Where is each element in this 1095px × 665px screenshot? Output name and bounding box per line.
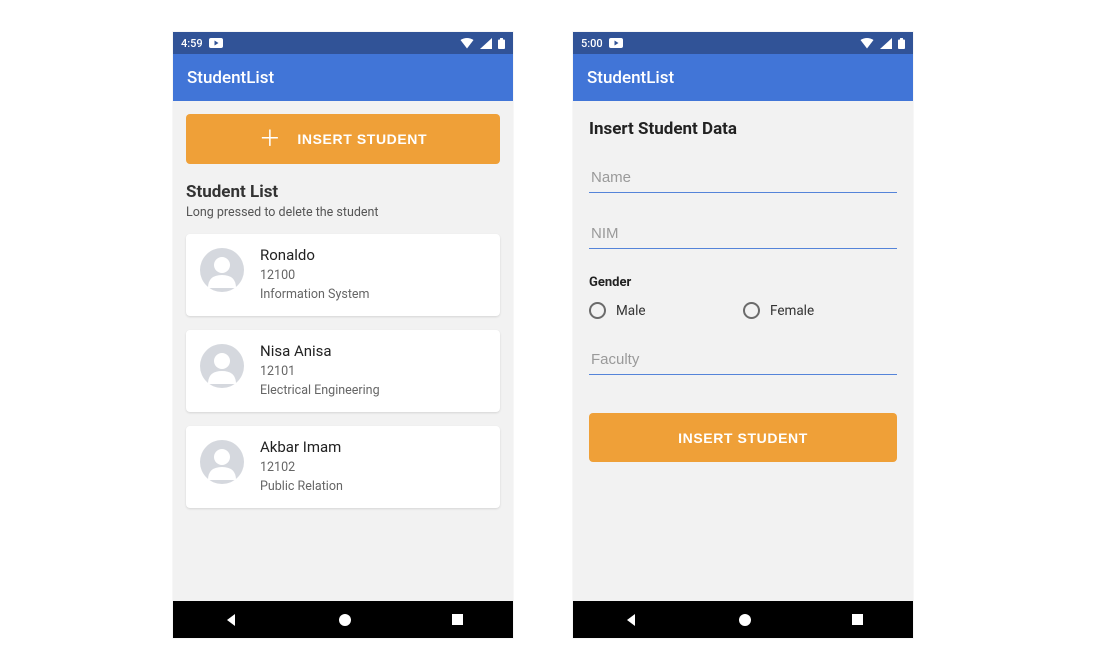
student-faculty: Public Relation xyxy=(260,479,343,494)
phone-list-screen: 4:59 StudentList ＋ INSERT STUDENT Studen… xyxy=(173,32,513,638)
student-name: Ronaldo xyxy=(260,246,370,264)
name-field[interactable] xyxy=(589,163,897,193)
youtube-icon xyxy=(209,38,223,48)
status-bar: 4:59 xyxy=(173,32,513,54)
signal-icon xyxy=(480,38,492,49)
nav-recents-icon[interactable] xyxy=(452,614,463,625)
nav-recents-icon[interactable] xyxy=(852,614,863,625)
status-bar: 5:00 xyxy=(573,32,913,54)
radio-circle-icon xyxy=(743,302,760,319)
gender-radio-female-label: Female xyxy=(770,303,814,319)
nim-field[interactable] xyxy=(589,219,897,249)
gender-radio-group: Male Female xyxy=(589,302,897,319)
gender-radio-male[interactable]: Male xyxy=(589,302,743,319)
section-title: Student List xyxy=(186,182,500,202)
nav-back-icon[interactable] xyxy=(224,613,238,627)
avatar-icon xyxy=(200,248,244,292)
form-title: Insert Student Data xyxy=(589,119,897,139)
app-title: StudentList xyxy=(187,68,274,88)
status-time: 5:00 xyxy=(581,37,603,50)
submit-insert-student-button-label: INSERT STUDENT xyxy=(678,430,808,446)
gender-label: Gender xyxy=(589,275,897,290)
submit-insert-student-button[interactable]: INSERT STUDENT xyxy=(589,413,897,462)
status-time: 4:59 xyxy=(181,37,203,50)
insert-student-button[interactable]: ＋ INSERT STUDENT xyxy=(186,114,500,164)
student-name: Nisa Anisa xyxy=(260,342,380,360)
student-card[interactable]: Nisa Anisa 12101 Electrical Engineering xyxy=(186,330,500,412)
gender-radio-female[interactable]: Female xyxy=(743,302,897,319)
wifi-icon xyxy=(460,38,474,49)
list-content: ＋ INSERT STUDENT Student List Long press… xyxy=(173,101,513,601)
wifi-icon xyxy=(860,38,874,49)
student-nim: 12100 xyxy=(260,268,370,283)
student-card[interactable]: Ronaldo 12100 Information System xyxy=(186,234,500,316)
avatar-icon xyxy=(200,440,244,484)
youtube-icon xyxy=(609,38,623,48)
battery-icon xyxy=(498,38,505,49)
navigation-bar xyxy=(173,601,513,638)
signal-icon xyxy=(880,38,892,49)
student-faculty: Electrical Engineering xyxy=(260,383,380,398)
avatar-icon xyxy=(200,344,244,388)
gender-radio-male-label: Male xyxy=(616,303,646,319)
nav-home-icon[interactable] xyxy=(739,614,751,626)
insert-student-button-label: INSERT STUDENT xyxy=(297,131,427,147)
app-title: StudentList xyxy=(587,68,674,88)
app-bar: StudentList xyxy=(173,54,513,101)
radio-circle-icon xyxy=(589,302,606,319)
phone-form-screen: 5:00 StudentList Insert Student Data Gen… xyxy=(573,32,913,638)
delete-hint: Long pressed to delete the student xyxy=(186,205,500,220)
student-nim: 12101 xyxy=(260,364,380,379)
app-bar: StudentList xyxy=(573,54,913,101)
student-faculty: Information System xyxy=(260,287,370,302)
battery-icon xyxy=(898,38,905,49)
student-card[interactable]: Akbar Imam 12102 Public Relation xyxy=(186,426,500,508)
navigation-bar xyxy=(573,601,913,638)
nav-back-icon[interactable] xyxy=(624,613,638,627)
form-content: Insert Student Data Gender Male Female I… xyxy=(573,101,913,601)
faculty-field[interactable] xyxy=(589,345,897,375)
nav-home-icon[interactable] xyxy=(339,614,351,626)
student-name: Akbar Imam xyxy=(260,438,343,456)
student-nim: 12102 xyxy=(260,460,343,475)
